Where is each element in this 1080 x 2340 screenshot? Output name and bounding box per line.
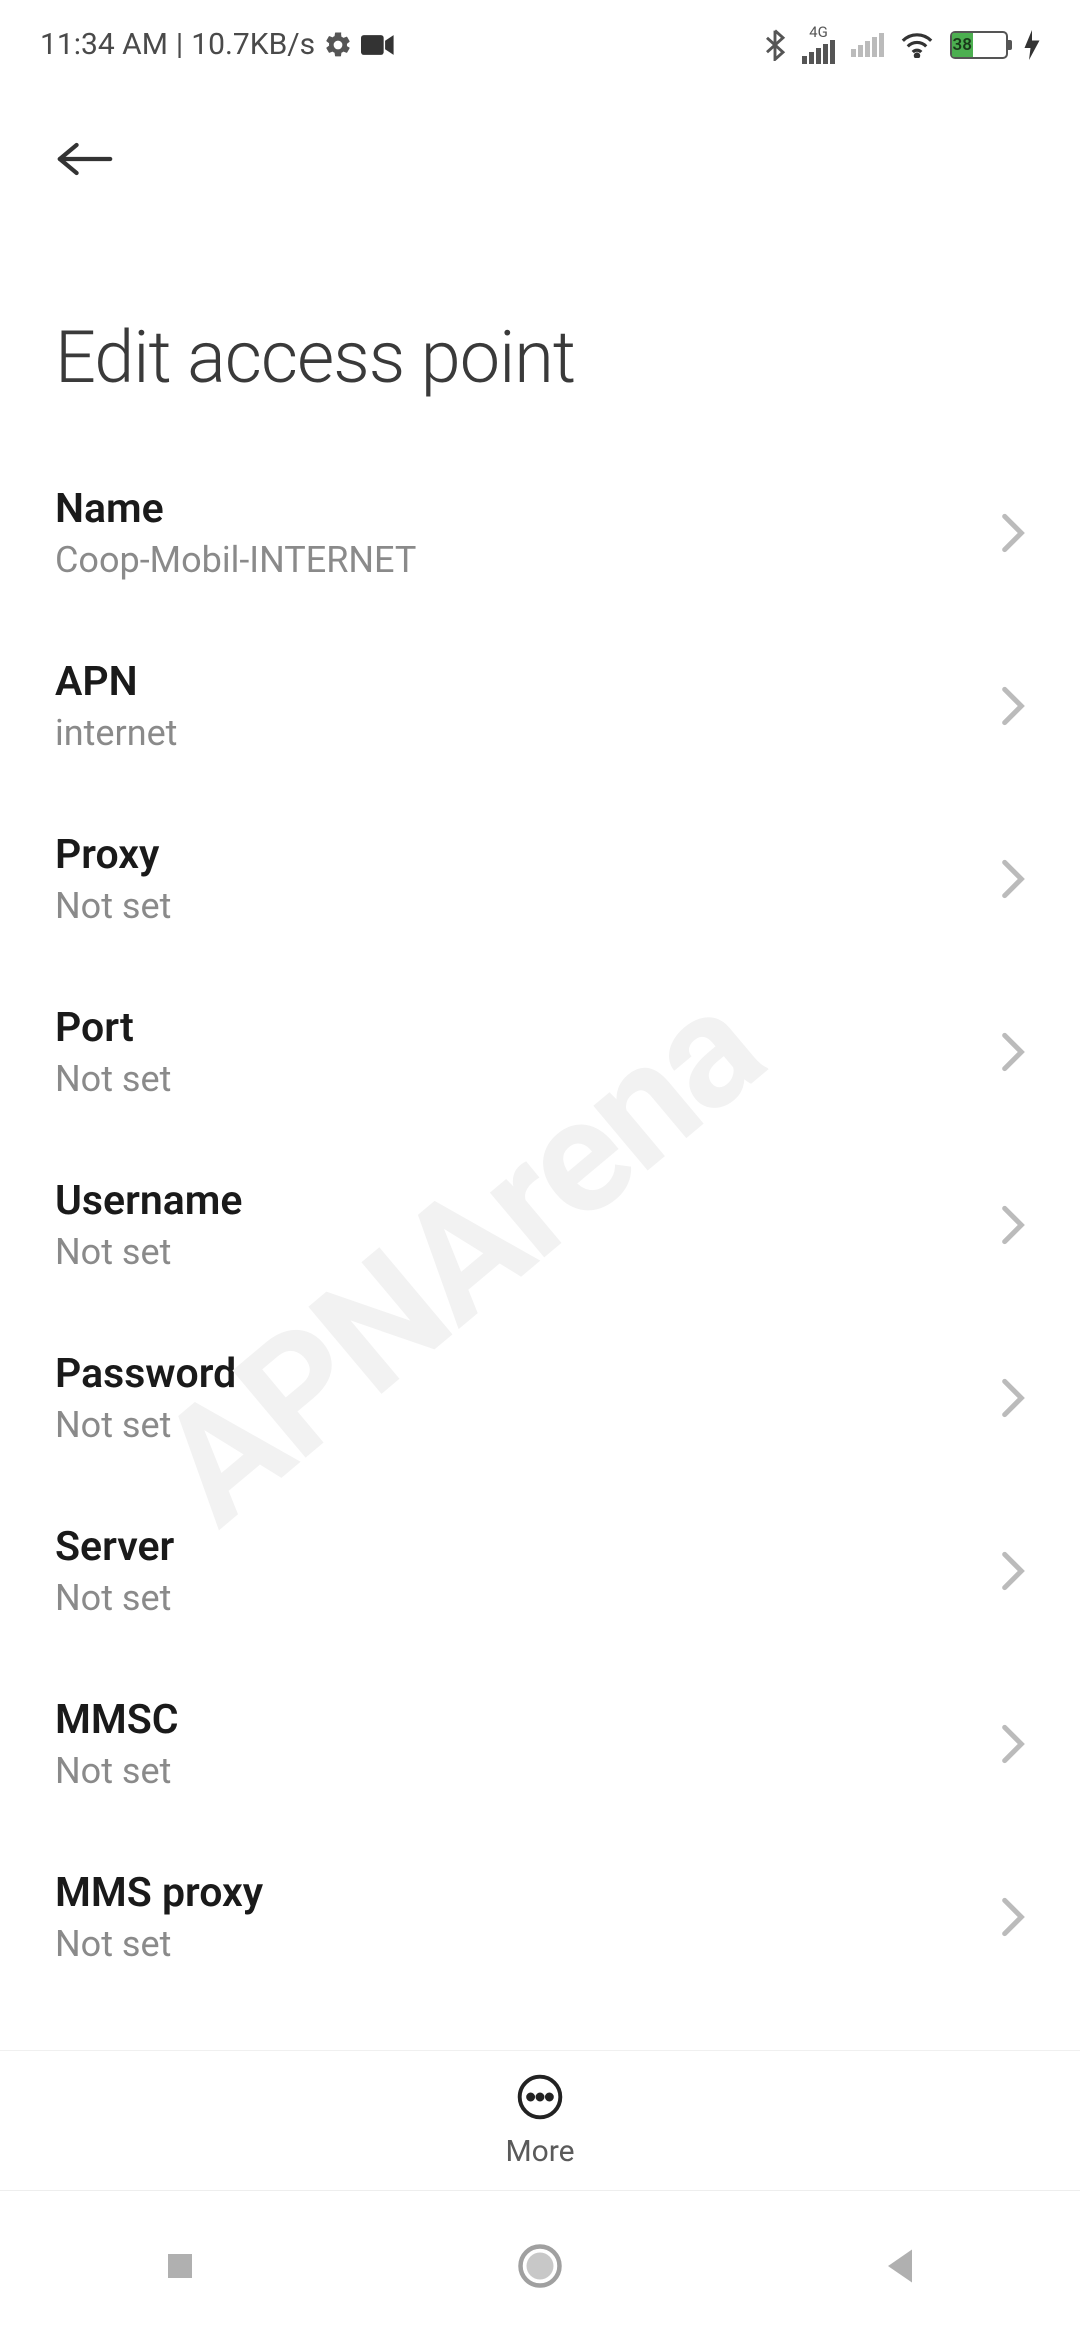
setting-label: Port	[55, 1004, 171, 1052]
setting-row-username[interactable]: Username Not set	[55, 1142, 1025, 1315]
setting-value: internet	[55, 712, 177, 754]
setting-value: Not set	[55, 885, 171, 927]
chevron-right-icon	[1001, 1551, 1025, 1591]
setting-value: Not set	[55, 1577, 174, 1619]
chevron-right-icon	[1001, 1205, 1025, 1245]
setting-row-name[interactable]: Name Coop-Mobil-INTERNET	[55, 450, 1025, 623]
status-bar: 11:34 AM | 10.7KB/s 4G 38	[0, 0, 1080, 74]
setting-row-server[interactable]: Server Not set	[55, 1488, 1025, 1661]
wifi-icon	[900, 32, 934, 58]
setting-value: Not set	[55, 1923, 263, 1965]
setting-label: APN	[55, 658, 177, 706]
setting-row-proxy[interactable]: Proxy Not set	[55, 796, 1025, 969]
square-icon	[162, 2248, 198, 2284]
setting-value: Not set	[55, 1231, 242, 1273]
system-nav-bar	[0, 2190, 1080, 2340]
signal-4g: 4G	[802, 25, 835, 64]
setting-row-port[interactable]: Port Not set	[55, 969, 1025, 1142]
status-time: 11:34 AM	[40, 27, 168, 62]
nav-back-button[interactable]	[870, 2236, 930, 2296]
bluetooth-icon	[764, 29, 786, 61]
setting-label: Proxy	[55, 831, 171, 879]
settings-list: Name Coop-Mobil-INTERNET APN internet Pr…	[0, 450, 1080, 2007]
back-arrow-icon	[57, 139, 113, 179]
battery-icon: 38	[950, 31, 1008, 59]
chevron-right-icon	[1001, 513, 1025, 553]
more-label: More	[505, 2134, 574, 2169]
chevron-right-icon	[1001, 1724, 1025, 1764]
setting-label: Server	[55, 1523, 174, 1571]
setting-value: Coop-Mobil-INTERNET	[55, 539, 416, 581]
setting-value: Not set	[55, 1404, 236, 1446]
charging-icon	[1024, 30, 1040, 60]
setting-label: Password	[55, 1350, 236, 1398]
more-icon	[515, 2072, 565, 2122]
battery-percent: 38	[952, 33, 973, 57]
chevron-right-icon	[1001, 686, 1025, 726]
setting-value: Not set	[55, 1750, 179, 1792]
setting-label: MMSC	[55, 1696, 179, 1744]
chevron-right-icon	[1001, 859, 1025, 899]
circle-icon	[516, 2242, 564, 2290]
setting-label: MMS proxy	[55, 1869, 263, 1917]
status-right: 4G 38	[764, 25, 1040, 64]
chevron-right-icon	[1001, 1378, 1025, 1418]
setting-row-apn[interactable]: APN internet	[55, 623, 1025, 796]
triangle-back-icon	[882, 2246, 918, 2286]
back-button[interactable]	[55, 129, 115, 189]
setting-row-mms-proxy[interactable]: MMS proxy Not set	[55, 1834, 1025, 2007]
page-title: Edit access point	[55, 315, 1080, 400]
status-left: 11:34 AM | 10.7KB/s	[40, 27, 395, 62]
status-net-speed: 10.7KB/s	[191, 27, 315, 62]
setting-row-password[interactable]: Password Not set	[55, 1315, 1025, 1488]
setting-row-mmsc[interactable]: MMSC Not set	[55, 1661, 1025, 1834]
nav-home-button[interactable]	[510, 2236, 570, 2296]
chevron-right-icon	[1001, 1897, 1025, 1937]
setting-label: Username	[55, 1177, 242, 1225]
camera-icon	[361, 33, 395, 57]
bottom-toolbar: More	[0, 2050, 1080, 2190]
nav-recents-button[interactable]	[150, 2236, 210, 2296]
signal-bars-1	[802, 40, 835, 64]
chevron-right-icon	[1001, 1032, 1025, 1072]
setting-value: Not set	[55, 1058, 171, 1100]
setting-label: Name	[55, 485, 416, 533]
more-button[interactable]: More	[505, 2072, 574, 2169]
settings-icon	[323, 30, 353, 60]
signal-bars-2	[851, 33, 884, 57]
